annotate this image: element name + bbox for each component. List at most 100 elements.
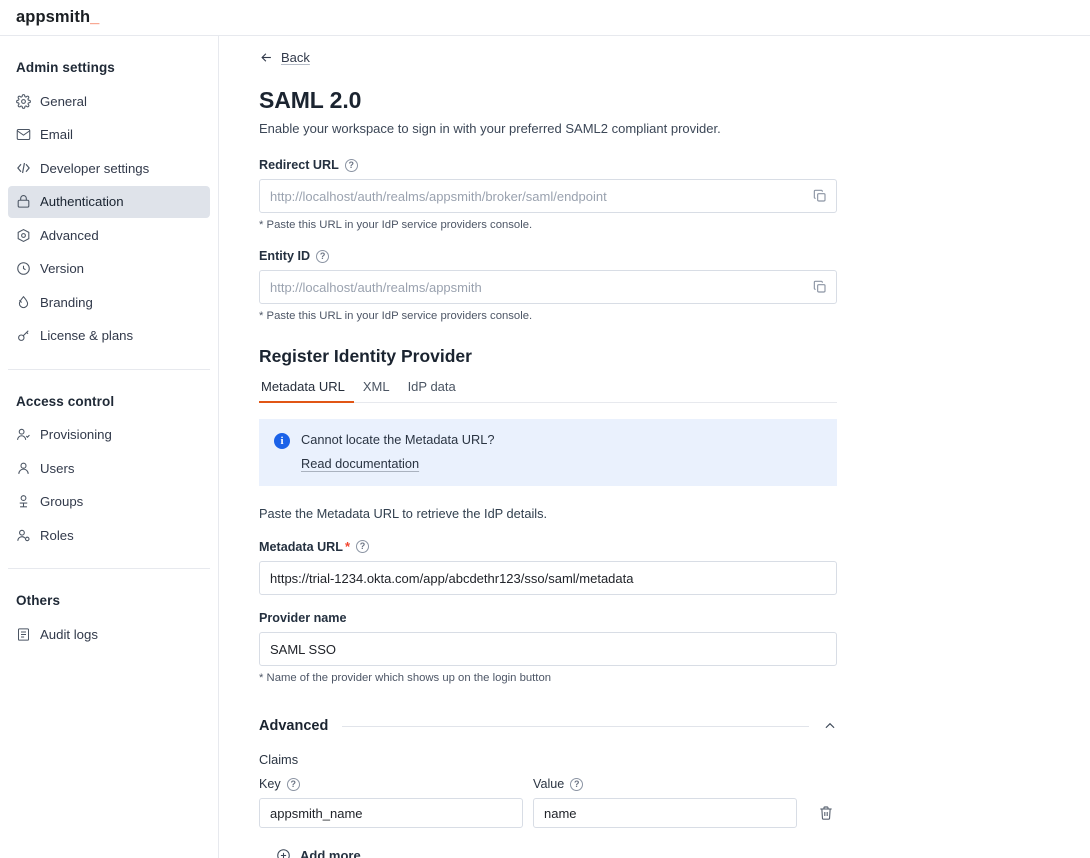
claims-column-headers: Key ? Value ? bbox=[259, 777, 837, 791]
sidebar-item-version[interactable]: Version bbox=[8, 253, 210, 285]
gear-icon bbox=[16, 94, 31, 109]
sidebar-item-authentication[interactable]: Authentication bbox=[8, 186, 210, 218]
sidebar-item-developer-settings[interactable]: Developer settings bbox=[8, 152, 210, 184]
appsmith-logo[interactable]: appsmith_ bbox=[16, 8, 99, 27]
trash-icon[interactable] bbox=[818, 805, 834, 821]
entity-id-label: Entity ID bbox=[259, 249, 310, 263]
sidebar-item-label: Roles bbox=[40, 528, 74, 543]
sidebar-item-users[interactable]: Users bbox=[8, 452, 210, 484]
info-banner: i Cannot locate the Metadata URL? Read d… bbox=[259, 419, 837, 486]
info-icon: i bbox=[274, 433, 290, 449]
sidebar-item-label: Groups bbox=[40, 494, 83, 509]
back-label: Back bbox=[281, 50, 310, 65]
code-icon bbox=[16, 161, 31, 176]
clock-icon bbox=[16, 261, 31, 276]
sidebar-item-label: Branding bbox=[40, 295, 93, 310]
provider-name-input[interactable] bbox=[259, 632, 837, 666]
field-metadata-url: Metadata URL * ? bbox=[259, 539, 837, 595]
help-icon[interactable]: ? bbox=[356, 540, 369, 553]
provider-name-input-wrap bbox=[259, 632, 837, 666]
copy-icon[interactable] bbox=[812, 188, 828, 204]
redirect-url-hint: * Paste this URL in your IdP service pro… bbox=[259, 219, 837, 231]
claims-value-label: Value bbox=[533, 777, 564, 791]
sidebar-group-access-control: Access control Provisioning Users Groups bbox=[0, 394, 218, 552]
help-icon[interactable]: ? bbox=[345, 159, 358, 172]
envelope-icon bbox=[16, 127, 31, 142]
claims-value-header: Value ? bbox=[533, 777, 583, 791]
metadata-url-label: Metadata URL bbox=[259, 540, 343, 554]
sidebar-item-label: General bbox=[40, 94, 87, 109]
provider-name-hint: * Name of the provider which shows up on… bbox=[259, 672, 837, 684]
sidebar-item-provisioning[interactable]: Provisioning bbox=[8, 419, 210, 451]
key-icon bbox=[16, 328, 31, 343]
sidebar-item-label: Authentication bbox=[40, 194, 124, 209]
claims-label: Claims bbox=[259, 752, 837, 767]
paste-instruction: Paste the Metadata URL to retrieve the I… bbox=[259, 506, 837, 521]
page-title: SAML 2.0 bbox=[259, 87, 837, 114]
claim-key-input[interactable] bbox=[259, 798, 523, 828]
logo-underscore: _ bbox=[90, 8, 99, 27]
document-list-icon bbox=[16, 627, 31, 642]
plus-circle-icon bbox=[276, 848, 291, 858]
add-more-button[interactable]: Add more bbox=[276, 848, 361, 858]
tab-metadata-url[interactable]: Metadata URL bbox=[259, 379, 354, 402]
read-documentation-link[interactable]: Read documentation bbox=[301, 456, 419, 471]
sidebar-divider-2 bbox=[8, 568, 210, 569]
sidebar-item-label: License & plans bbox=[40, 328, 133, 343]
app-shell: Admin settings General Email Developer s… bbox=[0, 36, 1090, 858]
section-title-register-idp: Register Identity Provider bbox=[259, 346, 837, 367]
copy-icon[interactable] bbox=[812, 279, 828, 295]
sidebar-group-title-access-control: Access control bbox=[8, 394, 210, 409]
metadata-url-input[interactable] bbox=[259, 561, 837, 595]
advanced-title: Advanced bbox=[259, 718, 328, 734]
page-subtitle: Enable your workspace to sign in with yo… bbox=[259, 121, 837, 136]
sidebar-divider-1 bbox=[8, 369, 210, 370]
sidebar-item-license-plans[interactable]: License & plans bbox=[8, 320, 210, 352]
sidebar-item-email[interactable]: Email bbox=[8, 119, 210, 151]
sidebar-group-admin-settings: Admin settings General Email Developer s… bbox=[0, 60, 218, 352]
arrow-left-icon bbox=[259, 50, 274, 65]
required-marker: * bbox=[345, 539, 350, 554]
back-button[interactable]: Back bbox=[259, 50, 310, 65]
sidebar-group-title-admin-settings: Admin settings bbox=[8, 60, 210, 75]
claims-row bbox=[259, 798, 837, 828]
droplet-icon bbox=[16, 295, 31, 310]
user-cog-icon bbox=[16, 528, 31, 543]
advanced-rule bbox=[342, 726, 809, 727]
tab-idp-data[interactable]: IdP data bbox=[399, 379, 465, 402]
top-bar: appsmith_ bbox=[0, 0, 1090, 36]
help-icon[interactable]: ? bbox=[316, 250, 329, 263]
sidebar-item-general[interactable]: General bbox=[8, 85, 210, 117]
help-icon[interactable]: ? bbox=[287, 778, 300, 791]
advanced-section-header[interactable]: Advanced bbox=[259, 718, 837, 734]
sidebar: Admin settings General Email Developer s… bbox=[0, 36, 219, 858]
tab-xml[interactable]: XML bbox=[354, 379, 399, 402]
sidebar-item-groups[interactable]: Groups bbox=[8, 486, 210, 518]
chevron-up-icon[interactable] bbox=[823, 719, 837, 733]
user-check-icon bbox=[16, 427, 31, 442]
sidebar-item-label: Users bbox=[40, 461, 74, 476]
sidebar-item-label: Advanced bbox=[40, 228, 99, 243]
claims-key-label: Key bbox=[259, 777, 281, 791]
hexagon-icon bbox=[16, 228, 31, 243]
claim-value-input[interactable] bbox=[533, 798, 797, 828]
entity-id-input-wrap bbox=[259, 270, 837, 304]
entity-id-hint: * Paste this URL in your IdP service pro… bbox=[259, 310, 837, 322]
users-icon bbox=[16, 494, 31, 509]
redirect-url-label: Redirect URL bbox=[259, 158, 339, 172]
sidebar-item-branding[interactable]: Branding bbox=[8, 286, 210, 318]
entity-id-input[interactable] bbox=[259, 270, 837, 304]
sidebar-item-label: Email bbox=[40, 127, 73, 142]
sidebar-item-audit-logs[interactable]: Audit logs bbox=[8, 618, 210, 650]
sidebar-item-roles[interactable]: Roles bbox=[8, 519, 210, 551]
idp-tabs: Metadata URL XML IdP data bbox=[259, 379, 837, 403]
user-icon bbox=[16, 461, 31, 476]
redirect-url-input[interactable] bbox=[259, 179, 837, 213]
field-provider-name: Provider name * Name of the provider whi… bbox=[259, 611, 837, 684]
sidebar-item-label: Provisioning bbox=[40, 427, 112, 442]
help-icon[interactable]: ? bbox=[570, 778, 583, 791]
sidebar-item-label: Developer settings bbox=[40, 161, 149, 176]
field-entity-id: Entity ID ? * Paste this URL in your IdP… bbox=[259, 249, 837, 322]
sidebar-group-others: Others Audit logs bbox=[0, 593, 218, 650]
sidebar-item-advanced[interactable]: Advanced bbox=[8, 219, 210, 251]
